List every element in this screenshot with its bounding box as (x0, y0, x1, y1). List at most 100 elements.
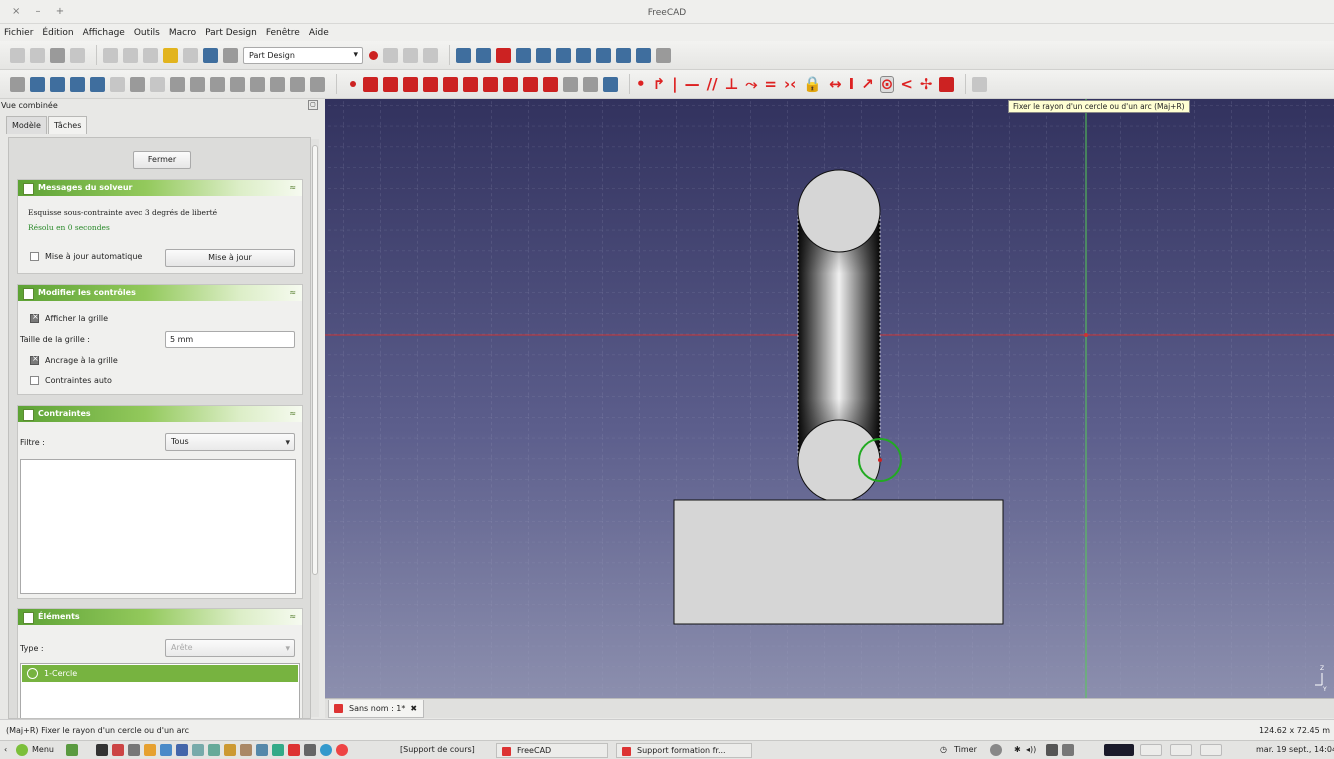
launcher-icon[interactable] (144, 744, 156, 756)
trim-edge-icon[interactable] (543, 76, 558, 92)
view-left-icon[interactable] (636, 47, 651, 63)
select-constraints-icon[interactable] (972, 76, 988, 92)
edit-controls-header[interactable]: Modifier les contrôles ≈ (18, 285, 302, 301)
close-task-button[interactable]: Fermer (133, 151, 191, 169)
workbench-selector[interactable]: Part Design (243, 46, 363, 64)
menu-macro[interactable]: Macro (169, 28, 196, 38)
create-slot-icon[interactable] (503, 76, 518, 92)
multi-transform-icon[interactable] (310, 76, 325, 92)
chamfer-icon[interactable] (210, 76, 225, 92)
circle-center-point[interactable] (878, 458, 882, 462)
taskbar-window-freecad[interactable]: FreeCAD (496, 743, 608, 758)
paste-icon[interactable] (143, 47, 158, 63)
groove-icon[interactable] (170, 76, 185, 92)
constrain-horizontal-icon[interactable]: — (685, 76, 700, 92)
check-icon[interactable] (990, 744, 1002, 756)
create-polyline-icon[interactable] (443, 76, 458, 92)
constrain-coincident-icon[interactable]: • (636, 76, 646, 92)
window-preview-icon[interactable] (1200, 744, 1222, 756)
scrollbar-thumb[interactable] (312, 145, 318, 575)
close-tab-icon[interactable]: ✖ (410, 704, 417, 713)
fillet-icon[interactable] (190, 76, 205, 92)
launcher-icon[interactable] (112, 744, 124, 756)
volume-icon[interactable]: ◂)) (1026, 743, 1036, 758)
timer-applet[interactable]: ◷ Timer (940, 743, 977, 758)
create-arc-icon[interactable] (383, 76, 398, 92)
constrain-vertical-icon[interactable]: | (672, 76, 677, 92)
menu-fenetre[interactable]: Fenêtre (266, 28, 300, 38)
linear-pattern-icon[interactable] (270, 76, 285, 92)
view-isometric-icon[interactable] (516, 47, 531, 63)
workspace-switcher-icon[interactable] (1104, 744, 1134, 756)
collapse-icon[interactable]: ≈ (289, 285, 296, 301)
constrain-vertical-distance-icon[interactable]: I (849, 76, 855, 92)
taskbar-window-support-cours[interactable]: [Support de cours] (384, 743, 492, 758)
view-sketch-icon[interactable] (70, 76, 85, 92)
view-front-icon[interactable] (536, 47, 551, 63)
new-document-icon[interactable] (10, 47, 25, 63)
constrain-parallel-icon[interactable]: // (707, 76, 718, 92)
save-icon[interactable] (50, 47, 65, 63)
tab-modele[interactable]: Modèle (6, 116, 47, 134)
print-icon[interactable] (70, 47, 85, 63)
redo-icon[interactable] (183, 47, 198, 63)
draft-icon[interactable] (230, 76, 245, 92)
constrain-equal-icon[interactable]: = (764, 76, 777, 92)
menu-part-design[interactable]: Part Design (205, 28, 257, 38)
taskbar-arrow-icon[interactable]: ‹ (4, 743, 7, 758)
map-sketch-icon[interactable] (90, 76, 105, 92)
cut-icon[interactable] (103, 47, 118, 63)
view-right-icon[interactable] (576, 47, 591, 63)
pad-icon[interactable] (110, 76, 125, 92)
collapse-icon[interactable]: ≈ (289, 180, 296, 196)
refresh-icon[interactable] (203, 47, 218, 63)
sketch-canvas[interactable]: Z Y (325, 99, 1334, 698)
edit-sketch-icon[interactable] (30, 76, 45, 92)
filter-dropdown[interactable]: Tous (165, 433, 295, 451)
grid-size-input[interactable]: 5 mm (165, 331, 295, 348)
menu-affichage[interactable]: Affichage (83, 28, 125, 38)
whats-this-icon[interactable] (223, 47, 238, 63)
constrain-horizontal-distance-icon[interactable]: ↔ (829, 76, 842, 92)
type-dropdown[interactable]: Arête (165, 639, 295, 657)
undock-icon[interactable]: ▢ (308, 100, 318, 110)
open-document-icon[interactable] (30, 47, 45, 63)
carbon-copy-icon[interactable] (583, 76, 598, 92)
constrain-snells-law-icon[interactable]: ✢ (920, 76, 933, 92)
constrain-angle-icon[interactable]: < (900, 76, 913, 92)
launcher-icon[interactable] (224, 744, 236, 756)
constrain-distance-icon[interactable]: ↗ (861, 76, 874, 92)
top-circle[interactable] (797, 169, 881, 253)
launcher-icon[interactable] (160, 744, 172, 756)
edit-macro-icon[interactable] (403, 47, 418, 63)
3d-viewport[interactable]: Z Y (325, 99, 1334, 698)
menu-aide[interactable]: Aide (309, 28, 329, 38)
constrain-perpendicular-icon[interactable]: ⊥ (725, 76, 739, 92)
elements-list[interactable]: 1-Cercle (20, 663, 300, 718)
launcher-icon[interactable] (256, 744, 268, 756)
auto-update-checkbox[interactable] (30, 252, 39, 261)
freecad-preview-icon[interactable] (1170, 744, 1192, 756)
taskbar-menu[interactable]: Menu (32, 743, 54, 758)
battery-icon[interactable] (1062, 744, 1074, 756)
freecad-launcher-icon[interactable] (288, 744, 300, 756)
fit-selection-icon[interactable] (476, 47, 491, 63)
network-icon[interactable] (1046, 744, 1058, 756)
record-macro-icon[interactable] (369, 50, 378, 60)
taskbar-window-support-formation[interactable]: Support formation fr... (616, 743, 752, 758)
create-line-icon[interactable] (363, 76, 378, 92)
launcher-icon[interactable] (272, 744, 284, 756)
create-fillet-icon[interactable] (523, 76, 538, 92)
snap-grid-checkbox[interactable] (30, 354, 39, 365)
constrain-point-on-object-icon[interactable]: ↱ (653, 76, 666, 92)
taskbar-clock[interactable]: mar. 19 sept., 14:04 (1256, 743, 1334, 758)
constrain-symmetric-icon[interactable]: ›‹ (784, 76, 796, 92)
menu-fichier[interactable]: Fichier (4, 28, 33, 38)
launcher-icon[interactable] (304, 744, 316, 756)
launcher-icon[interactable] (128, 744, 140, 756)
launcher-icon[interactable] (320, 744, 332, 756)
bluetooth-icon[interactable]: ✱ (1014, 743, 1021, 758)
launcher-icon[interactable] (208, 744, 220, 756)
constrain-radius-icon[interactable]: ⊙ (879, 75, 895, 93)
create-circle-icon[interactable] (403, 76, 418, 92)
